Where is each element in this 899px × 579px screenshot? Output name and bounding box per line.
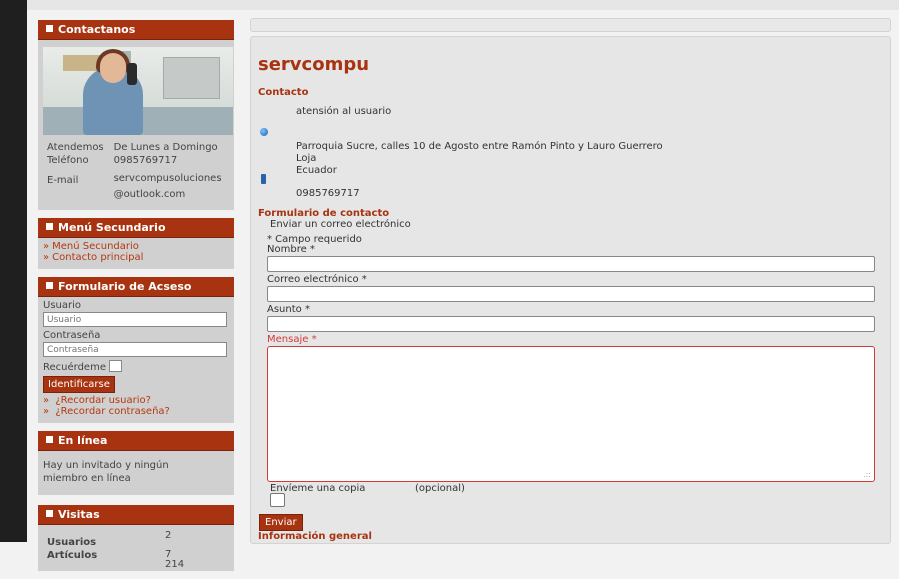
forgot-username-link[interactable]: » ¿Recordar usuario? [43, 395, 229, 406]
email-label: E-mail [47, 175, 79, 186]
secondary-menu-module: Menú Secundario » Menú Secundario » Contac… [38, 218, 234, 269]
address-country: Ecuador [296, 165, 337, 176]
contact-module-title: Contactanos [58, 23, 136, 36]
phone-value: 0985769717 [113, 155, 178, 166]
address-street: Parroquia Sucre, calles 10 de Agosto ent… [296, 141, 663, 152]
top-bar [27, 0, 899, 10]
general-info-title: Información general [258, 531, 372, 542]
support-agent-photo [43, 47, 233, 135]
visits-table: Usuarios 2 Artículos 7 214 [43, 529, 229, 571]
remember-checkbox[interactable] [108, 360, 122, 372]
remember-row: Recuérdeme [43, 360, 229, 373]
email-value-line1: servcompusoluciones [113, 173, 222, 184]
username-input[interactable] [43, 312, 227, 327]
hours-label: Atendemos [47, 142, 104, 153]
contact-info-table: Atendemos De Lunes a Domingo Teléfono 09… [43, 141, 229, 204]
email-input[interactable] [267, 286, 875, 302]
password-input[interactable] [43, 342, 227, 357]
contact-position: atensión al usuario [296, 106, 392, 117]
contact-section-title: Contacto [258, 87, 309, 98]
visits-users-value: 2 [165, 530, 172, 541]
square-bullet-icon [46, 25, 53, 32]
contact-module-header: Contactanos [38, 20, 234, 40]
online-text: Hay un invitado y ningún miembro en líne… [43, 460, 169, 484]
visits-module: Visitas Usuarios 2 Artículos 7 214 [38, 505, 234, 571]
square-bullet-icon [46, 436, 53, 443]
visits-module-header: Visitas [38, 505, 234, 525]
main-top-strip [250, 18, 891, 32]
visits-articles-label: Artículos [47, 550, 98, 561]
email-value-line2: @outlook.com [113, 189, 186, 200]
double-chevron-icon: » [43, 241, 50, 252]
address-city: Loja [296, 153, 317, 164]
menu-link-contact[interactable]: » Contacto principal [43, 252, 229, 263]
menu-link-secondary[interactable]: » Menú Secundario [43, 241, 229, 252]
sidebar: Contactanos Atendemos De Lunes a Domingo… [38, 20, 234, 579]
username-label: Usuario [43, 300, 82, 311]
login-module-header: Formulario de Acseso [38, 277, 234, 297]
double-chevron-icon: » [43, 252, 50, 263]
form-subtitle: Enviar un correo electrónico [270, 219, 411, 230]
message-label: Mensaje * [267, 334, 317, 345]
send-button[interactable]: Enviar [259, 514, 303, 531]
login-module: Formulario de Acseso Usuario Contraseña … [38, 277, 234, 423]
message-textarea[interactable]: .:: [267, 346, 875, 482]
main-content: servcompu Contacto atensión al usuario P… [250, 36, 891, 544]
copy-label: Envíeme una copia [270, 483, 366, 494]
online-module-title: En línea [58, 434, 108, 447]
send-copy-checkbox[interactable] [270, 493, 285, 507]
online-module-header: En línea [38, 431, 234, 451]
password-label: Contraseña [43, 330, 101, 341]
double-chevron-icon: » [43, 406, 50, 417]
square-bullet-icon [46, 223, 53, 230]
forgot-password-link[interactable]: » ¿Recordar contraseña? [43, 406, 229, 417]
contact-phone: 0985769717 [296, 188, 360, 199]
copy-optional-note: (opcional) [415, 483, 465, 494]
contact-address: Parroquia Sucre, calles 10 de Agosto ent… [296, 141, 663, 177]
online-module: En línea Hay un invitado y ningún miembr… [38, 431, 234, 495]
secondary-menu-header: Menú Secundario [38, 218, 234, 238]
globe-icon [260, 128, 268, 136]
remember-label: Recuérdeme [43, 362, 106, 373]
visits-users-label: Usuarios [47, 537, 97, 548]
left-dark-strip [0, 0, 27, 542]
email-label: Correo electrónico * [267, 274, 367, 285]
contact-module: Contactanos Atendemos De Lunes a Domingo… [38, 20, 234, 210]
name-label: Nombre * [267, 244, 315, 255]
secondary-menu-title: Menú Secundario [58, 221, 166, 234]
double-chevron-icon: » [43, 395, 50, 406]
name-input[interactable] [267, 256, 875, 272]
login-module-title: Formulario de Acseso [58, 280, 192, 293]
hours-value: De Lunes a Domingo [113, 142, 218, 153]
square-bullet-icon [46, 282, 53, 289]
visits-module-title: Visitas [58, 508, 100, 521]
login-button[interactable]: Identificarse [43, 376, 115, 393]
subject-input[interactable] [267, 316, 875, 332]
visits-extra-value: 214 [165, 559, 185, 570]
subject-label: Asunto * [267, 304, 310, 315]
phone-label: Teléfono [47, 155, 89, 166]
page-title: servcompu [258, 54, 370, 75]
resize-handle-icon[interactable]: .:: [863, 470, 871, 479]
mobile-phone-icon [261, 174, 266, 184]
form-section-title: Formulario de contacto [258, 208, 390, 219]
square-bullet-icon [46, 510, 53, 517]
